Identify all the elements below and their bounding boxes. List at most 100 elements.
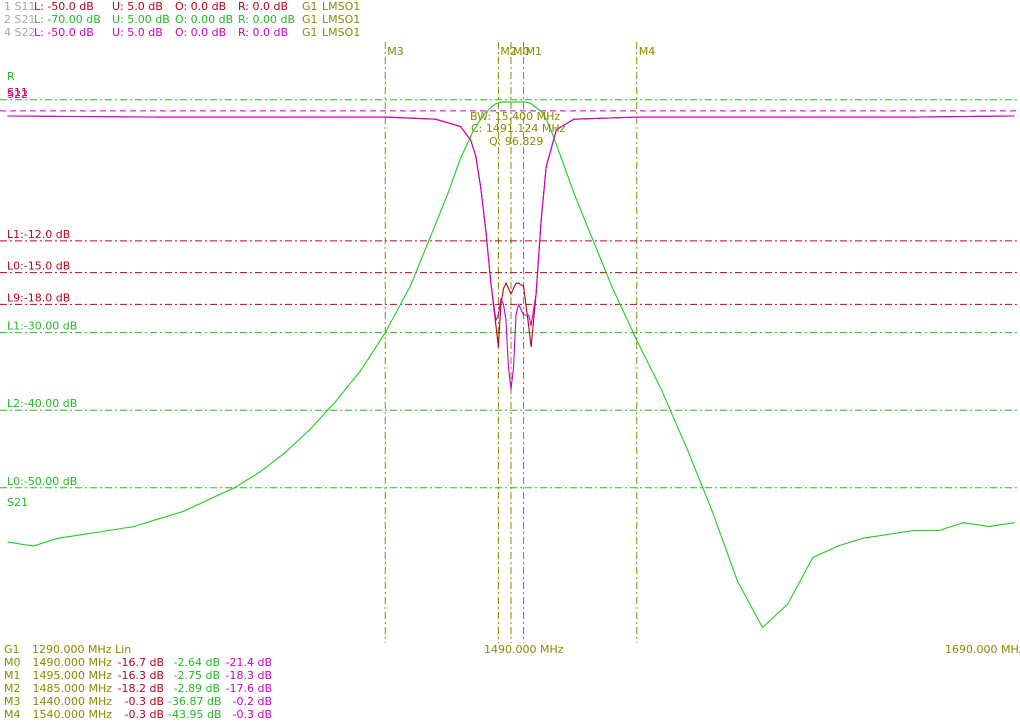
trace-labels: RS11S22S21 (7, 70, 28, 509)
trace-point-s21 (711, 510, 713, 512)
network-analyzer-plot[interactable]: M3 M2M0M1 M4 L1:-12.0 dBL0:-15.0 dBL9:-18.… (0, 42, 1020, 643)
marker-readout-freq: 1495.000 MHz (32, 669, 112, 682)
trace-point-s11 (523, 285, 525, 287)
trace-point-s21 (510, 101, 512, 103)
group: G1 (302, 26, 318, 39)
trace-point-s21 (812, 557, 814, 559)
trace-point-s21 (460, 157, 462, 159)
limit-line-label: L9:-18.0 dB (7, 291, 70, 304)
marker-readout-s22: -17.6 dB (225, 682, 273, 695)
trace-label-s22: S22 (7, 88, 28, 101)
marker-readout-freq: 1485.000 MHz (32, 682, 112, 695)
trace-point-s11 (502, 287, 505, 290)
offset: O: 0.0 dB (175, 26, 227, 39)
trace-point-s22 (505, 319, 507, 321)
trace-point-s22 (517, 303, 520, 305)
marker-label-m1: M1 (526, 45, 543, 58)
limit-line-label: L2:-40.00 dB (7, 397, 77, 410)
limit-line-label: L1:-30.00 dB (7, 320, 77, 333)
upper-limit: U: 5.00 dB (112, 13, 170, 26)
trace-point-s22 (470, 139, 472, 141)
trace-point-s21 (495, 103, 497, 105)
trace-point-s22 (497, 314, 499, 316)
trace-point-s21 (82, 533, 85, 536)
trace-point-s21 (384, 332, 386, 334)
trace-point-s22 (528, 314, 530, 316)
trace-point-s22 (515, 314, 517, 316)
limit-lines: L1:-12.0 dB L0:-15.0 dB L9:-18.0 dB L1:-30.… (0, 99, 1020, 489)
trace-label-s21: S21 (7, 496, 28, 509)
trace-point-s22 (475, 155, 477, 157)
trace-point-s21 (32, 545, 34, 547)
trace-point-s11 (497, 346, 499, 348)
x-tick-label-start: 1290.000 MHz Lin (32, 643, 132, 656)
trace-point-s21 (233, 487, 235, 489)
trace-point-s21 (573, 192, 575, 194)
upper-limit: U: 5.0 dB (112, 0, 163, 13)
trace-point-s21 (686, 448, 688, 450)
bw-annotation-c: C: 1491.124 MHz (471, 122, 566, 135)
trace-point-s11 (505, 282, 507, 284)
channel-label: G1 (4, 643, 20, 656)
marker-readout-s21: -2.75 dB (173, 669, 221, 682)
ref: R: 0.00 dB (238, 13, 296, 26)
trace-point-s21 (530, 103, 532, 105)
trace-point-s22 (485, 229, 487, 231)
x-tick-label-center: 1490.000 MHz (484, 643, 564, 656)
trace-point-s21 (183, 510, 185, 512)
trace-point-s21 (535, 107, 537, 109)
ref: R: 0.0 dB (238, 26, 289, 39)
trace-point-s22 (540, 219, 542, 221)
marker-readout-s11: -16.3 dB (117, 669, 165, 682)
trace-point-s11 (517, 282, 520, 284)
marker-readout-s11: -0.3 dB (124, 695, 165, 708)
trace-point-s22 (384, 116, 386, 118)
trace-point-s22 (7, 115, 9, 117)
trace-point-s21 (409, 285, 411, 287)
trace-point-s22 (480, 187, 482, 189)
marker-readout-s21: -2.64 dB (173, 656, 221, 669)
trace-point-s21 (359, 370, 361, 372)
trace-point-s21 (912, 529, 915, 532)
trace-point-s22 (787, 116, 789, 118)
marker-label-m4: M4 (639, 45, 656, 58)
limit-line-label: L0:-15.0 dB (7, 260, 70, 273)
trace-point-s21 (309, 429, 311, 431)
trace-point-s21 (598, 254, 600, 256)
offset: O: 0.00 dB (175, 13, 234, 26)
upper-limit: U: 5.0 dB (112, 26, 163, 39)
trace-point-s21 (108, 529, 110, 532)
trace-point-s22 (507, 367, 510, 369)
trace-point-s21 (284, 452, 286, 454)
lower-limit: L: -50.0 dB (34, 26, 94, 39)
trace-point-s22 (573, 118, 575, 120)
trace-id: 2 S21 (4, 13, 36, 26)
trace-point-s22 (545, 166, 547, 168)
marker-readout-s22: -0.3 dB (232, 708, 273, 721)
marker-readout-s21: -36.87 dB (168, 695, 222, 708)
marker-readout-s22: -0.2 dB (232, 695, 273, 708)
trace-point-s22 (523, 314, 525, 316)
trace-point-s22 (460, 126, 462, 128)
group: G1 (302, 13, 318, 26)
trace-point-s21 (585, 223, 588, 225)
trace-point-s22 (502, 303, 505, 305)
trace-point-s22 (1013, 115, 1015, 117)
trace-point-s21 (520, 101, 522, 103)
trace-point-s21 (133, 526, 135, 528)
trace-point-s22 (535, 293, 537, 295)
trace-point-s21 (887, 533, 889, 536)
trace-point-s22 (435, 118, 437, 120)
format: LMSO1 (322, 26, 361, 39)
limit-line-label: L0:-50.00 dB (7, 475, 77, 488)
trace-point-s21 (661, 390, 663, 392)
bandwidth-annotation: BW: 15.400 MHzC: 1491.124 MHzQ: 96.829 (470, 110, 566, 148)
format: LMSO1 (322, 0, 361, 13)
trace-point-s21 (611, 285, 613, 287)
trace-point-s22 (530, 324, 532, 327)
marker-readout-s21: -43.95 dB (168, 708, 222, 721)
trace-id: 4 S22 (4, 26, 36, 39)
trace-point-s21 (736, 580, 739, 582)
x-tick-label-stop: 1690.000 MHz (945, 643, 1020, 656)
trace-point-s21 (57, 537, 59, 539)
